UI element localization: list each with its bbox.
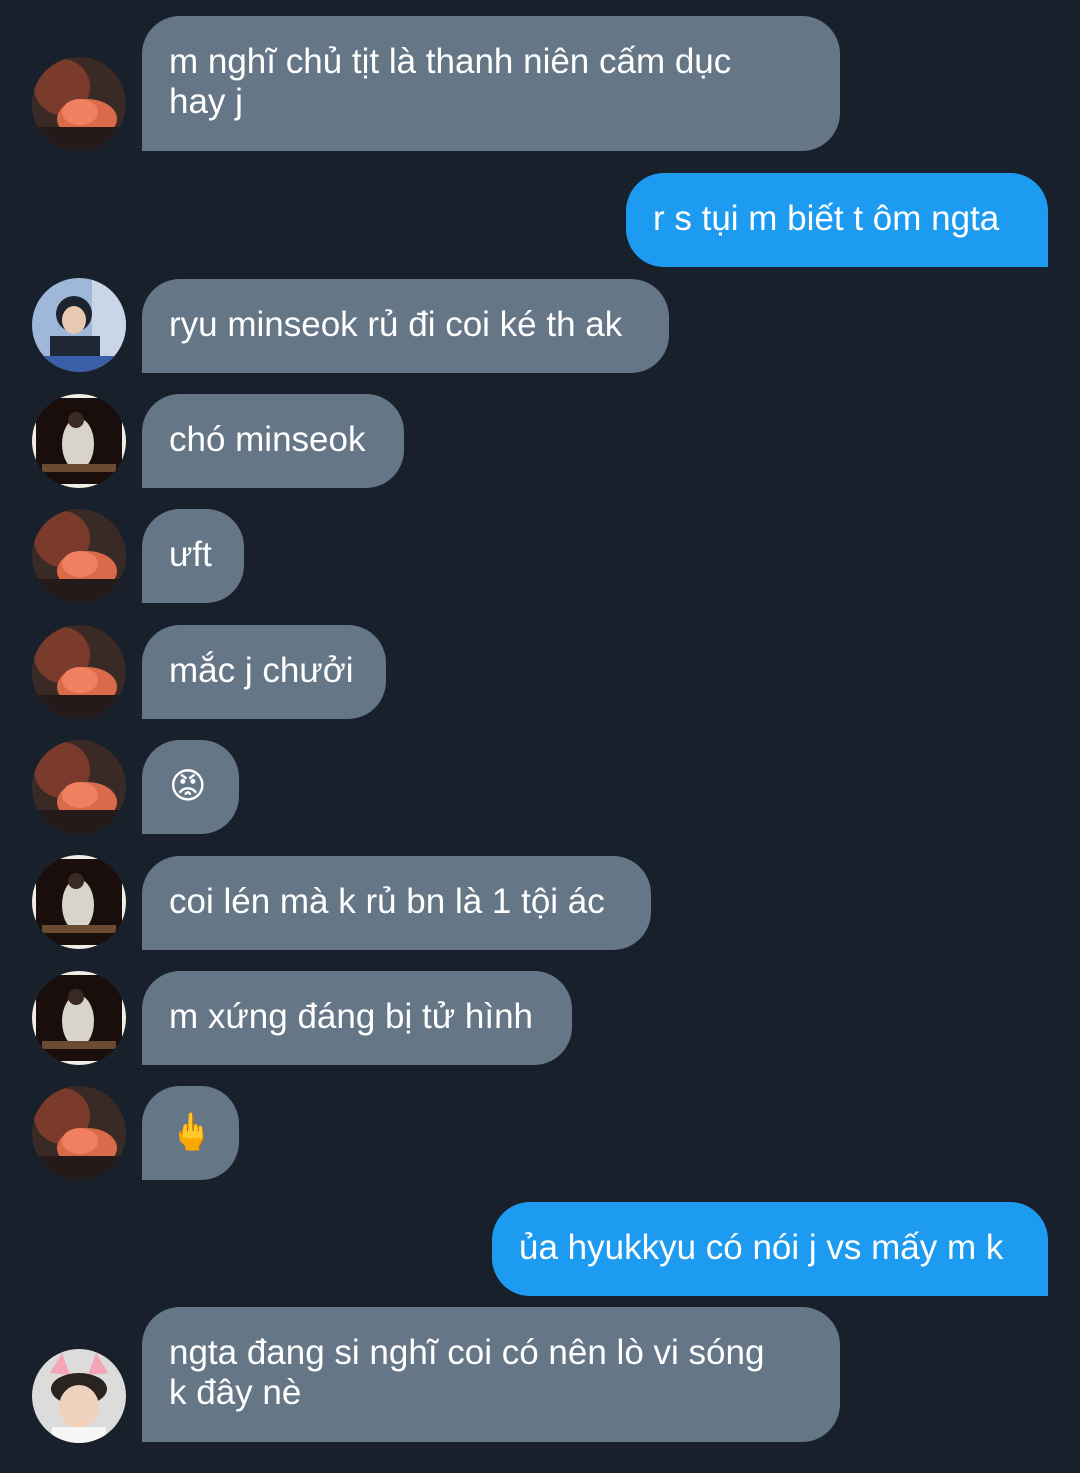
red-mask-avatar[interactable] — [32, 509, 126, 603]
blue-portrait-avatar[interactable] — [32, 278, 126, 372]
red-mask-avatar[interactable] — [32, 57, 126, 151]
dark-photo-avatar[interactable] — [32, 394, 126, 488]
cat-ears-avatar[interactable] — [32, 1349, 126, 1443]
message-bubble[interactable]: coi lén mà k rủ bn là 1 tội ác — [142, 856, 651, 950]
message-bubble[interactable]: chó minseok — [142, 394, 404, 488]
message-bubble-emoji[interactable]: 🖕 — [142, 1086, 239, 1180]
message-bubble-outgoing[interactable]: ủa hyukkyu có nói j vs mấy m k — [492, 1202, 1048, 1296]
message-bubble[interactable]: ưft — [142, 509, 244, 603]
chat-thread: m nghĩ chủ tịt là thanh niên cấm dục hay… — [0, 0, 1080, 1473]
red-mask-avatar[interactable] — [32, 1086, 126, 1180]
red-mask-avatar[interactable] — [32, 740, 126, 834]
message-bubble-emoji[interactable]: 😡 — [142, 740, 239, 834]
message-bubble[interactable]: ngta đang si nghĩ coi có nên lò vi sóng … — [142, 1307, 840, 1442]
message-bubble[interactable]: ryu minseok rủ đi coi ké th ak — [142, 279, 669, 373]
message-bubble[interactable]: m xứng đáng bị tử hình — [142, 971, 572, 1065]
message-bubble[interactable]: m nghĩ chủ tịt là thanh niên cấm dục hay… — [142, 16, 840, 151]
dark-photo-avatar[interactable] — [32, 971, 126, 1065]
message-bubble-outgoing[interactable]: r s tụi m biết t ôm ngta — [626, 173, 1048, 267]
message-bubble[interactable]: mắc j chưởi — [142, 625, 386, 719]
red-mask-avatar[interactable] — [32, 625, 126, 719]
dark-photo-avatar[interactable] — [32, 855, 126, 949]
